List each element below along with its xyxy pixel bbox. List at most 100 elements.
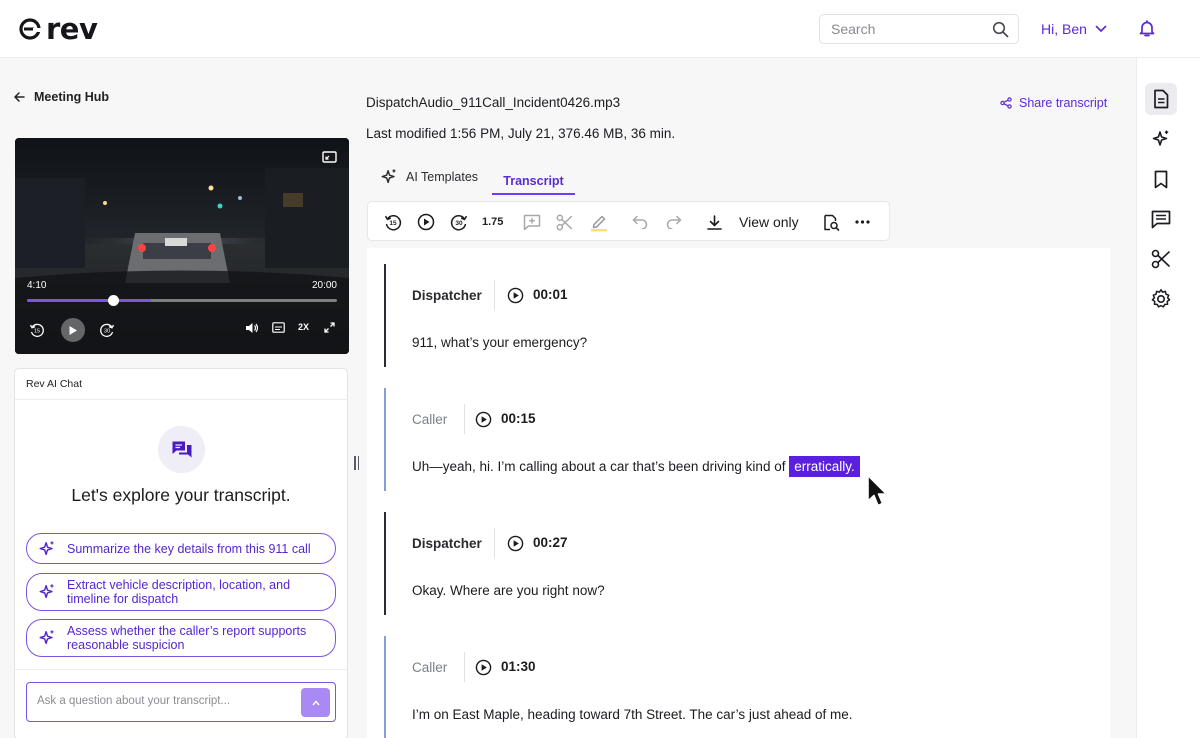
transcript-body: Dispatcher 00:01 911, what’s your emerge… xyxy=(367,248,1110,738)
svg-text:30: 30 xyxy=(104,329,110,335)
speaker-bar xyxy=(384,388,386,491)
bookmark-icon xyxy=(1154,170,1168,188)
user-greeting: Hi, Ben xyxy=(1041,21,1087,37)
video-skip-back-button[interactable]: 15 xyxy=(29,322,45,338)
video-current-time: 4:10 xyxy=(27,280,47,291)
tab-transcript[interactable]: Transcript xyxy=(492,168,575,195)
chat-suggestion-label: Summarize the key details from this 911 … xyxy=(67,541,311,556)
highlight-button[interactable] xyxy=(590,211,608,233)
playback-speed-button[interactable]: 1.75 xyxy=(482,211,503,233)
expand-icon xyxy=(324,322,335,333)
file-meta: Last modified 1:56 PM, July 21, 376.46 M… xyxy=(366,126,676,141)
video-skip-forward-button[interactable]: 30 xyxy=(99,322,115,338)
transcript-segment[interactable]: Dispatcher 00:27 Okay. Where are you rig… xyxy=(384,512,1084,615)
play-circle-icon[interactable] xyxy=(475,659,492,676)
rail-document-button[interactable] xyxy=(1145,83,1177,115)
transcript-toolbar: 15 30 1.75 View only xyxy=(367,201,890,241)
chat-input-box[interactable] xyxy=(26,682,336,722)
svg-text:15: 15 xyxy=(34,329,40,335)
more-options-button[interactable] xyxy=(855,211,870,233)
captions-icon xyxy=(272,322,285,333)
segment-text[interactable]: 911, what’s your emergency? xyxy=(412,335,587,350)
speaker-bar xyxy=(384,264,386,367)
speaker-name[interactable]: Caller xyxy=(412,660,447,675)
add-comment-button[interactable] xyxy=(523,211,541,233)
undo-icon xyxy=(632,215,648,229)
chat-suggestion-label: Extract vehicle description, location, a… xyxy=(67,578,291,606)
comment-icon xyxy=(1151,210,1171,228)
play-icon xyxy=(69,325,77,335)
rail-bookmark-button[interactable] xyxy=(1145,163,1177,195)
panel-resize-handle[interactable] xyxy=(354,456,360,470)
segment-timestamp[interactable]: 00:15 xyxy=(501,411,536,426)
transcript-segment[interactable]: Caller 01:30 I’m on East Maple, heading … xyxy=(384,636,1084,738)
document-icon xyxy=(1154,89,1169,109)
pip-toggle-icon[interactable] xyxy=(322,151,337,163)
forward-30-icon: 30 xyxy=(100,323,115,338)
redo-button[interactable] xyxy=(666,211,682,233)
segment-text[interactable]: Okay. Where are you right now? xyxy=(412,583,605,598)
rail-clips-button[interactable] xyxy=(1145,243,1177,275)
speaker-name[interactable]: Dispatcher xyxy=(412,288,482,303)
highlighted-word[interactable]: erratically. xyxy=(789,456,860,477)
play-circle-icon[interactable] xyxy=(507,535,524,552)
chat-suggestion-assess[interactable]: Assess whether the caller’s report suppo… xyxy=(26,619,336,657)
chat-send-button[interactable] xyxy=(301,688,330,717)
segment-text[interactable]: I’m on East Maple, heading toward 7th St… xyxy=(412,707,853,722)
video-volume-button[interactable] xyxy=(245,322,259,334)
chat-suggestion-label: Assess whether the caller’s report suppo… xyxy=(67,624,307,652)
rail-comments-button[interactable] xyxy=(1145,203,1177,235)
chat-badge xyxy=(158,426,205,473)
download-button[interactable] xyxy=(707,211,722,233)
forward-30-icon: 30 xyxy=(450,215,468,231)
video-player[interactable]: 4:10 20:00 15 30 2X xyxy=(15,138,349,354)
rail-ai-button[interactable] xyxy=(1145,123,1177,155)
undo-button[interactable] xyxy=(632,211,648,233)
mouse-cursor-icon xyxy=(867,474,888,507)
sparkle-icon xyxy=(37,540,57,558)
speaker-name[interactable]: Dispatcher xyxy=(412,536,482,551)
rev-logo[interactable]: rev xyxy=(18,12,98,46)
rewind-15-icon: 15 xyxy=(29,323,44,338)
tab-ai-templates[interactable]: AI Templates xyxy=(380,168,478,186)
arrow-up-icon xyxy=(311,699,320,705)
share-transcript-button[interactable]: Share transcript xyxy=(1000,96,1107,110)
skip-back-15-button[interactable]: 15 xyxy=(384,211,402,233)
play-circle-icon[interactable] xyxy=(507,287,524,304)
video-play-button[interactable] xyxy=(61,318,85,342)
video-progress-bar[interactable] xyxy=(27,295,337,306)
clip-button[interactable] xyxy=(556,211,573,233)
search-box[interactable] xyxy=(819,14,1019,44)
transcript-play-button[interactable] xyxy=(417,211,435,233)
chat-suggestion-summarize[interactable]: Summarize the key details from this 911 … xyxy=(26,533,336,564)
share-label: Share transcript xyxy=(1019,96,1108,110)
user-menu[interactable]: Hi, Ben xyxy=(1041,21,1107,37)
segment-timestamp[interactable]: 00:27 xyxy=(533,535,568,550)
segment-timestamp[interactable]: 01:30 xyxy=(501,659,536,674)
back-to-meeting-hub[interactable]: Meeting Hub xyxy=(14,90,109,104)
notification-bell-icon[interactable] xyxy=(1138,19,1156,38)
play-circle-icon xyxy=(417,213,435,231)
search-input[interactable] xyxy=(831,21,981,37)
transcript-segment[interactable]: Caller 00:15 Uh—yeah, hi. I’m calling ab… xyxy=(384,388,1084,491)
video-captions-button[interactable] xyxy=(272,322,285,333)
add-comment-icon xyxy=(523,214,541,230)
rail-settings-button[interactable] xyxy=(1145,283,1177,315)
play-circle-icon[interactable] xyxy=(475,411,492,428)
skip-forward-30-button[interactable]: 30 xyxy=(450,211,468,233)
transcript-segment[interactable]: Dispatcher 00:01 911, what’s your emerge… xyxy=(384,264,1084,367)
back-link-label: Meeting Hub xyxy=(34,90,109,104)
speaker-name[interactable]: Caller xyxy=(412,412,447,427)
view-mode-dropdown[interactable]: View only xyxy=(739,211,799,233)
video-fullscreen-button[interactable] xyxy=(324,322,335,333)
video-speed-button[interactable]: 2X xyxy=(298,322,309,332)
chat-suggestion-extract[interactable]: Extract vehicle description, location, a… xyxy=(26,573,336,611)
scissors-icon xyxy=(556,214,573,230)
segment-divider xyxy=(494,528,495,558)
search-icon[interactable] xyxy=(992,21,1009,38)
chevron-down-icon xyxy=(1095,25,1107,33)
segment-text[interactable]: Uh—yeah, hi. I’m calling about a car tha… xyxy=(412,456,860,477)
find-in-transcript-button[interactable] xyxy=(823,211,840,233)
segment-timestamp[interactable]: 00:01 xyxy=(533,287,568,302)
chat-question-input[interactable] xyxy=(37,695,287,707)
